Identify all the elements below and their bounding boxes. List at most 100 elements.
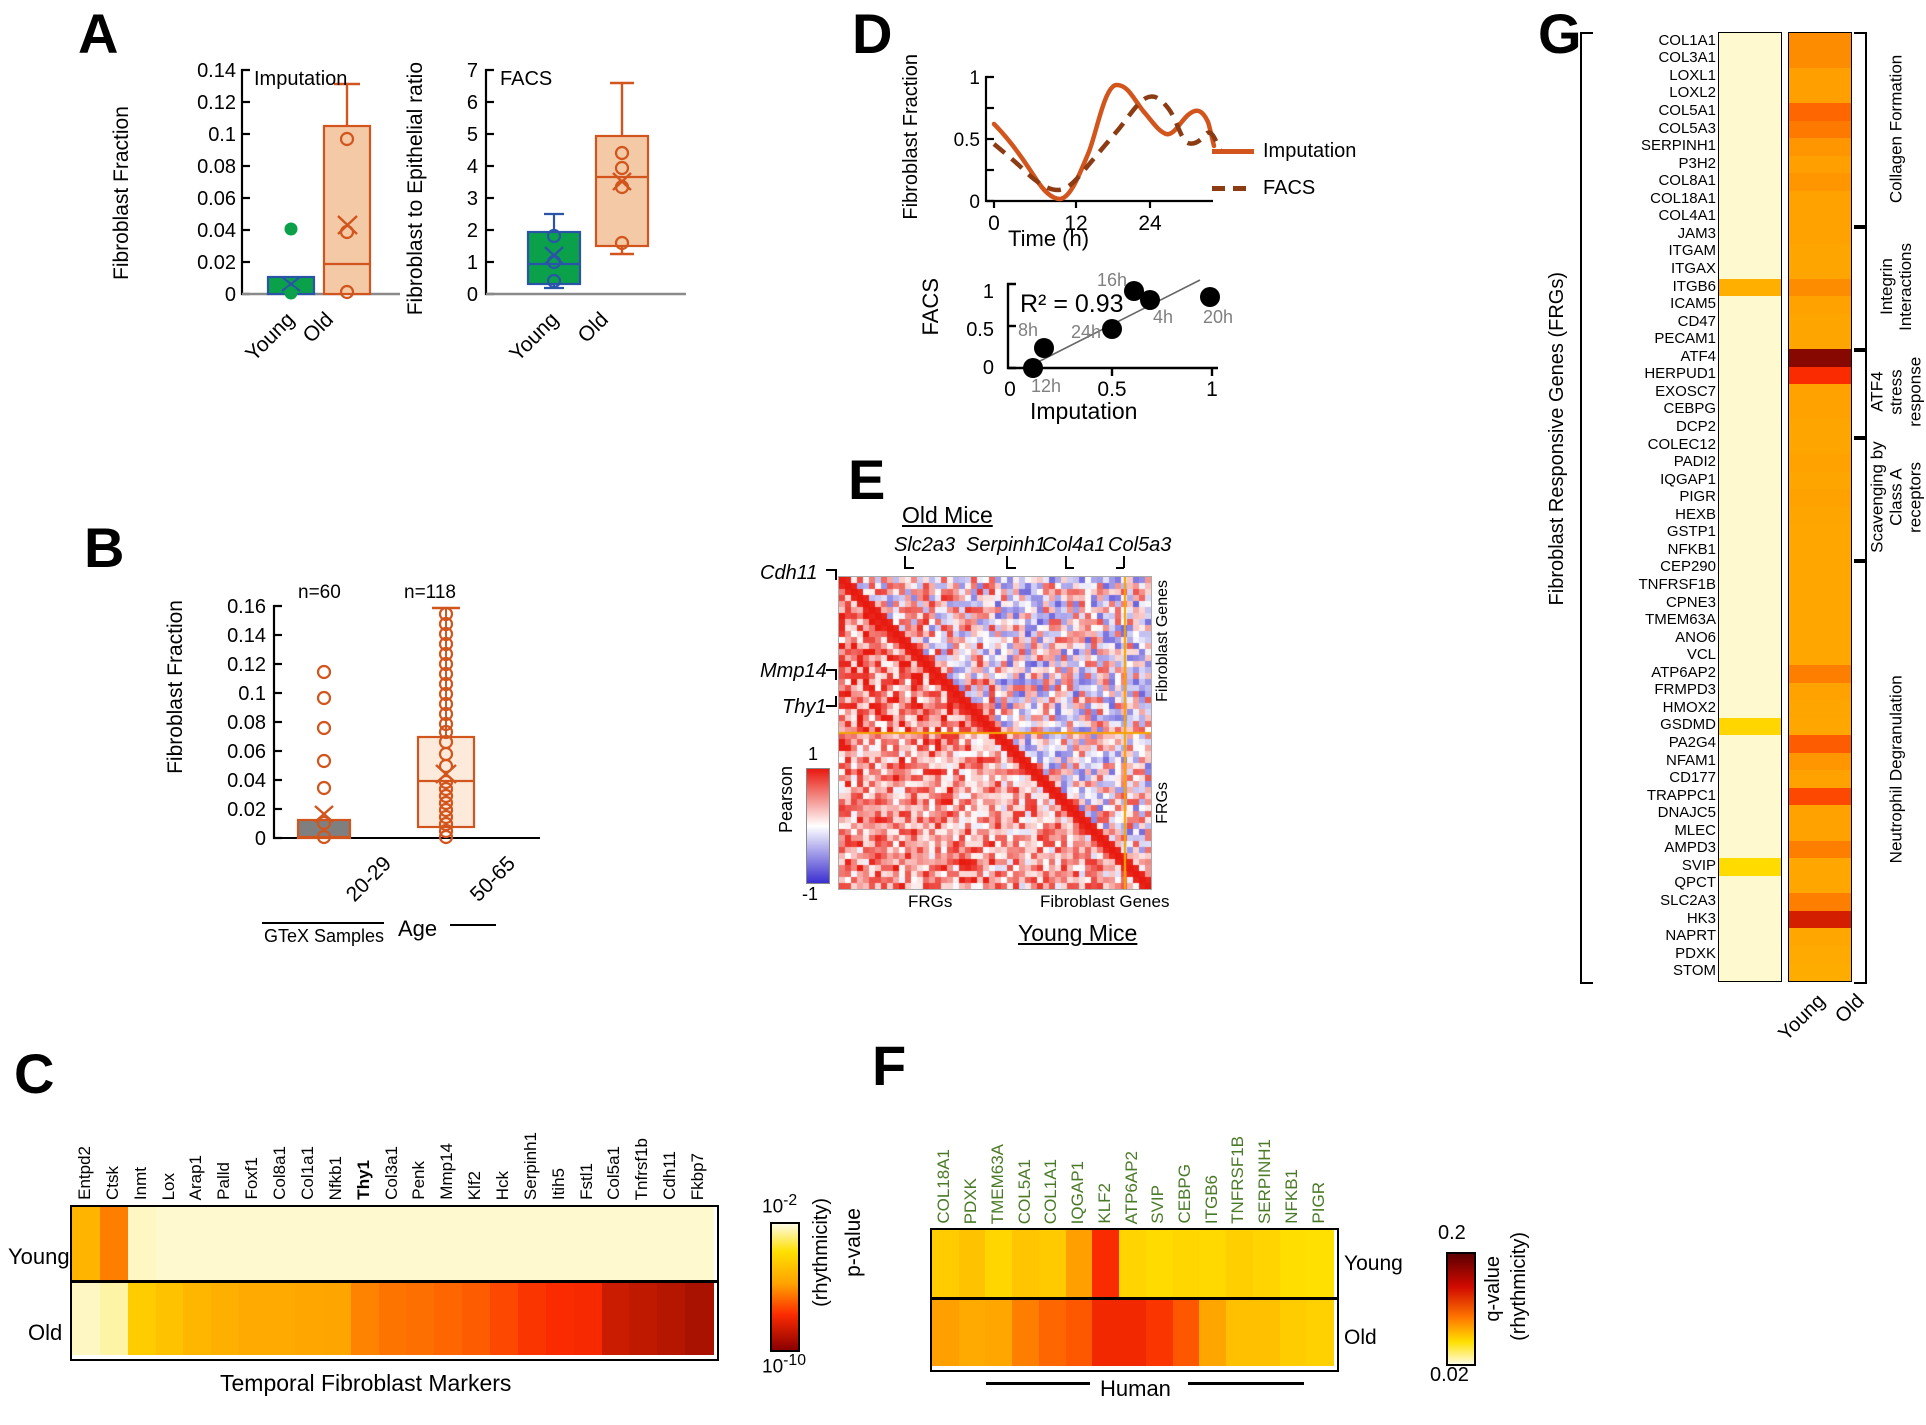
panel-g-cell-old bbox=[1789, 384, 1851, 403]
panel-g-cell-young bbox=[1719, 647, 1781, 666]
svg-text:0.5: 0.5 bbox=[966, 319, 994, 341]
panel-e-left-label-mmp14: Mmp14 bbox=[760, 660, 827, 682]
panel-b-count-old: n=118 bbox=[404, 582, 456, 603]
panel-c-gene-label: Lox bbox=[158, 1172, 178, 1200]
panel-g-cell-old bbox=[1789, 840, 1851, 859]
panel-g-heatmap-old bbox=[1788, 32, 1852, 982]
panel-f-gene-label: PIGR bbox=[1308, 1182, 1328, 1224]
panel-c-cell bbox=[657, 1207, 686, 1281]
panel-g-cell-old bbox=[1789, 928, 1851, 947]
svg-text:4: 4 bbox=[467, 156, 478, 178]
panel-g-bracket-label: Integrin Interactions bbox=[1876, 242, 1915, 331]
panel-g-cell-young bbox=[1719, 401, 1781, 420]
panel-c-cell bbox=[601, 1281, 630, 1355]
panel-g-cell-old bbox=[1789, 787, 1851, 807]
panel-f-cell bbox=[1012, 1230, 1040, 1298]
panel-c-gene-label: Ctsk bbox=[102, 1166, 122, 1200]
panel-f-cell bbox=[1119, 1230, 1147, 1298]
panel-g-bracket bbox=[1854, 348, 1867, 440]
panel-g-cell-old bbox=[1789, 805, 1851, 824]
panel-f-cell bbox=[1226, 1298, 1254, 1366]
panel-g-cell-young bbox=[1719, 50, 1781, 69]
panel-g-heatmap-young bbox=[1718, 32, 1782, 982]
svg-text:24h: 24h bbox=[1071, 322, 1101, 342]
panel-g-cell-old bbox=[1789, 717, 1851, 736]
panel-f-underline-right bbox=[1188, 1382, 1304, 1385]
panel-a-right-xtick-old: Old bbox=[573, 308, 613, 348]
panel-c-row-label-old: Old bbox=[28, 1320, 63, 1345]
panel-f-gene-label: IQGAP1 bbox=[1068, 1160, 1088, 1224]
panel-e-colorbar-label: Pearson bbox=[776, 766, 796, 834]
panel-g-cell-young bbox=[1719, 489, 1781, 508]
panel-a-left-xtick-young: Young bbox=[241, 308, 300, 366]
panel-g-gene-label: COLEC12 bbox=[1647, 435, 1716, 453]
panel-f-colorbar-top: 0.2 bbox=[1438, 1222, 1466, 1244]
panel-f-gene-label: COL5A1 bbox=[1014, 1158, 1034, 1224]
panel-g-cell-old bbox=[1789, 155, 1851, 175]
panel-c-colorbar-label1: p-value bbox=[842, 1208, 865, 1277]
panel-g-cell-young bbox=[1719, 893, 1781, 912]
panel-c-gene-label: Nfkb1 bbox=[325, 1155, 345, 1200]
panel-e-right-label-fibroblast-genes: Fibroblast Genes bbox=[1154, 580, 1171, 702]
panel-g-cell-young bbox=[1719, 910, 1781, 929]
panel-f-row-divider bbox=[932, 1297, 1337, 1300]
panel-g-gene-label: EXOSC7 bbox=[1655, 382, 1716, 400]
panel-f-cell bbox=[1199, 1298, 1227, 1366]
panel-c-cell bbox=[685, 1281, 714, 1355]
panel-c-cell bbox=[239, 1281, 268, 1355]
panel-c-cell bbox=[267, 1281, 296, 1355]
svg-text:8h: 8h bbox=[1018, 320, 1038, 340]
panel-g-gene-label: COL4A1 bbox=[1658, 207, 1716, 225]
panel-c-xlabel: Temporal Fibroblast Markers bbox=[220, 1370, 512, 1396]
svg-text:3: 3 bbox=[467, 188, 478, 210]
panel-f-gene-label: KLF2 bbox=[1094, 1183, 1114, 1224]
panel-g-cell-old bbox=[1789, 138, 1851, 157]
legend-item-imputation: Imputation bbox=[1212, 140, 1356, 163]
panel-g-cell-old bbox=[1789, 893, 1851, 912]
panel-c-cell bbox=[406, 1281, 435, 1355]
panel-f-cell bbox=[1145, 1230, 1174, 1298]
panel-e-top-label-col5a3: Col5a3 bbox=[1108, 534, 1172, 556]
panel-f-cell bbox=[932, 1230, 960, 1298]
panel-g-gene-label: NFKB1 bbox=[1667, 540, 1716, 558]
panel-g-cell-young bbox=[1719, 173, 1781, 192]
panel-c-cell bbox=[72, 1207, 101, 1281]
panel-g-gene-label: STOM bbox=[1672, 962, 1716, 980]
svg-text:5: 5 bbox=[467, 124, 478, 146]
panel-c-cell bbox=[294, 1281, 324, 1355]
panel-f-cell bbox=[1119, 1298, 1147, 1366]
svg-text:0.08: 0.08 bbox=[197, 156, 236, 178]
panel-b-count-young: n=60 bbox=[298, 582, 341, 603]
panel-g-gene-label: ITGAM bbox=[1668, 242, 1717, 260]
panel-f-cell bbox=[1012, 1298, 1040, 1366]
panel-a-right-ylabel: Fibroblast to Epithelial ratio bbox=[404, 62, 427, 316]
panel-c-cell bbox=[601, 1207, 630, 1281]
svg-text:0.02: 0.02 bbox=[227, 799, 266, 821]
svg-text:0.16: 0.16 bbox=[227, 596, 266, 618]
svg-text:0.1: 0.1 bbox=[208, 124, 236, 146]
panel-g-gene-label: FRMPD3 bbox=[1654, 681, 1716, 699]
panel-f-cell bbox=[958, 1298, 987, 1366]
panel-g-cell-young bbox=[1719, 700, 1781, 719]
panel-g-cell-old bbox=[1789, 823, 1851, 842]
panel-g-cell-young bbox=[1719, 68, 1781, 87]
panel-b-group-label: GTeX Samples bbox=[264, 926, 385, 946]
panel-f-colorbar-bottom: 0.02 bbox=[1430, 1364, 1469, 1386]
panel-g-bracket bbox=[1854, 558, 1867, 984]
panel-g-cell-old bbox=[1789, 454, 1851, 473]
svg-text:0.06: 0.06 bbox=[227, 741, 266, 763]
panel-f-gene-label: SVIP bbox=[1148, 1185, 1168, 1224]
svg-text:0.5: 0.5 bbox=[954, 130, 980, 151]
svg-text:0: 0 bbox=[225, 284, 236, 306]
panel-a-right-inset-label: FACS bbox=[500, 68, 553, 90]
panel-g-cell-old bbox=[1789, 296, 1851, 315]
panel-letter-d: D bbox=[852, 2, 893, 65]
panel-g-cell-young bbox=[1719, 278, 1781, 297]
panel-e-left-label-thy1: Thy1 bbox=[782, 696, 827, 718]
panel-f-chart: COL18A1 PDXK TMEM63A COL5A1 COL1A1 IQGAP1 KLF2… bbox=[930, 1100, 1550, 1401]
panel-c-cell bbox=[350, 1281, 380, 1355]
panel-g-cell-young bbox=[1719, 155, 1781, 175]
panel-c-cell bbox=[434, 1207, 463, 1281]
panel-c-cell bbox=[183, 1207, 212, 1281]
panel-g-gene-label: LOXL1 bbox=[1669, 66, 1716, 84]
